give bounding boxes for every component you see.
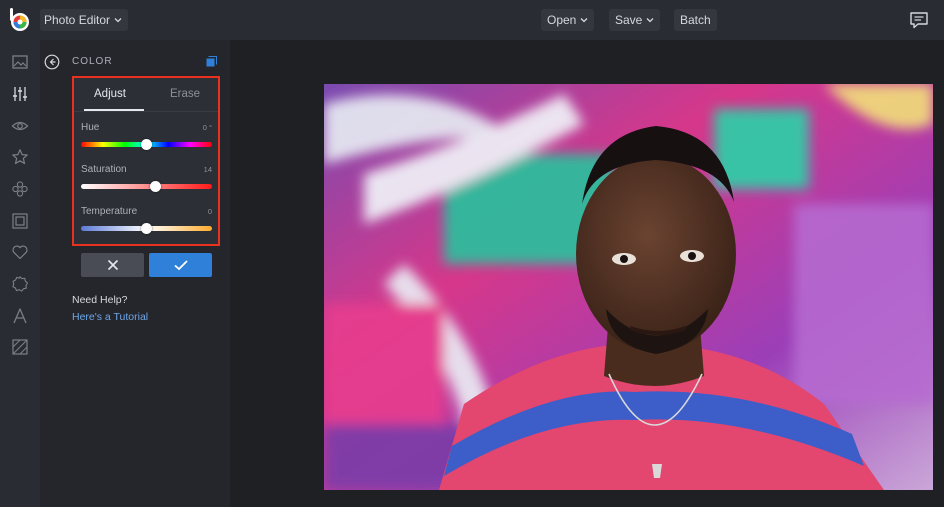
saturation-slider[interactable] (81, 184, 212, 189)
open-label: Open (547, 13, 577, 27)
tool-rail (0, 40, 40, 507)
photo-editor-menu[interactable]: Photo Editor (40, 9, 129, 31)
hue-label: Hue (81, 122, 100, 133)
editor-canvas (230, 40, 944, 507)
save-label: Save (615, 13, 643, 27)
close-icon (107, 259, 118, 271)
frame-icon[interactable] (11, 212, 29, 230)
saturation-label: Saturation (81, 164, 127, 175)
color-panel: COLOR Adjust Erase Hue 0 ° Saturation 14… (40, 40, 230, 507)
save-button[interactable]: Save (609, 9, 661, 31)
tab-bar: Adjust Erase (74, 78, 218, 112)
chevron-down-icon (114, 18, 122, 23)
star-icon[interactable] (11, 148, 29, 166)
help-title: Need Help? (72, 294, 128, 306)
hue-value: 0 ° (202, 123, 212, 132)
chevron-down-icon (580, 18, 588, 23)
active-tab-indicator (84, 109, 144, 111)
chevron-down-icon (646, 18, 654, 23)
logo-icon[interactable] (9, 8, 31, 32)
adjust-card: Adjust Erase Hue 0 ° Saturation 14 Tempe… (72, 76, 220, 246)
temperature-value: 0 (207, 207, 212, 216)
batch-label: Batch (680, 13, 711, 27)
sliders-icon[interactable] (11, 85, 29, 103)
chat-icon[interactable] (909, 11, 929, 29)
eye-icon[interactable] (11, 117, 29, 135)
hue-slider-handle[interactable] (141, 139, 152, 150)
top-bar: Photo Editor Open Save Batch (0, 0, 944, 40)
open-button[interactable]: Open (541, 9, 595, 31)
apply-button[interactable] (149, 253, 212, 277)
text-icon[interactable] (11, 307, 29, 325)
batch-button[interactable]: Batch (674, 9, 717, 31)
temperature-label: Temperature (81, 206, 138, 217)
flower-icon[interactable] (11, 180, 29, 198)
image-icon[interactable] (11, 53, 29, 71)
back-arrow-icon[interactable] (44, 54, 60, 70)
tab-adjust[interactable]: Adjust (94, 88, 126, 100)
badge-icon[interactable] (11, 275, 29, 293)
temperature-slider-handle[interactable] (141, 223, 152, 234)
cancel-button[interactable] (81, 253, 144, 277)
texture-icon[interactable] (11, 338, 29, 356)
photo[interactable] (324, 84, 933, 490)
saturation-value: 14 (203, 165, 212, 174)
checkmark-icon (173, 260, 188, 271)
tutorial-link[interactable]: Here's a Tutorial (72, 311, 148, 323)
compare-icon[interactable] (206, 56, 217, 67)
panel-title: COLOR (72, 56, 113, 67)
tab-erase[interactable]: Erase (170, 88, 200, 100)
heart-icon[interactable] (11, 243, 29, 261)
portrait-photo (324, 84, 933, 490)
saturation-slider-handle[interactable] (150, 181, 162, 192)
app-name: Photo Editor (44, 13, 111, 27)
